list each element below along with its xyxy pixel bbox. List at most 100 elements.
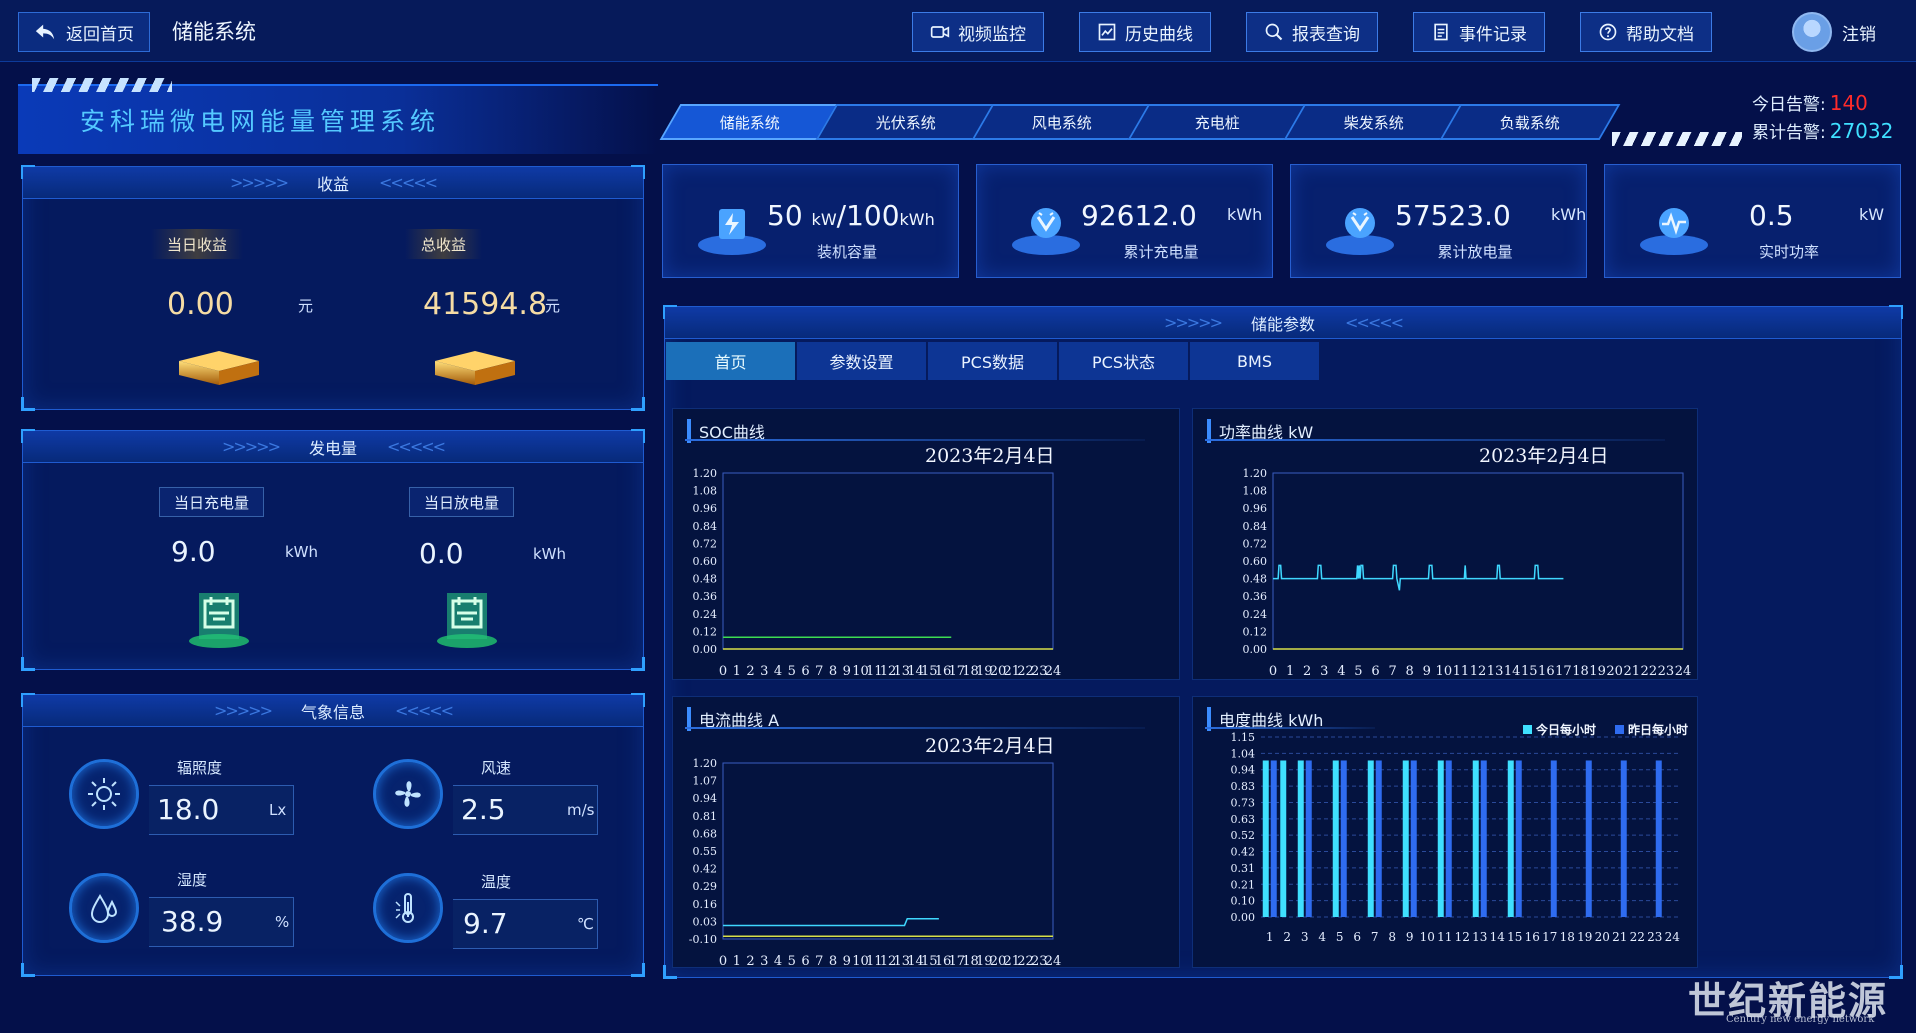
wind-label: 风速: [481, 759, 512, 777]
system-tab-load[interactable]: 负载系统: [1439, 104, 1621, 140]
search-icon: [1265, 23, 1283, 41]
generation-panel: >>>>> 发电量 <<<<< 当日充电量 当日放电量 9.0 kWh 0.0 kW…: [21, 429, 645, 671]
system-tab-wind[interactable]: 风电系统: [971, 104, 1153, 140]
kpi-power-card: 0.5 kW 实时功率: [1604, 164, 1901, 278]
power-label: 实时功率: [1758, 243, 1819, 261]
energy-chart-plot: 1.15 1.04 0.94 0.83 0.73 0.63 0.52 0.42 0.31 0.21…: [1231, 722, 1689, 944]
back-home-label: 返回首页: [66, 24, 134, 45]
alarm-today: 今日告警: 140: [1752, 90, 1868, 115]
y-tick-label: 0.00: [693, 643, 718, 656]
x-tick-label: 1: [733, 954, 741, 969]
back-arrow-icon: [35, 24, 55, 40]
y-tick-label: 0.81: [693, 810, 718, 823]
y-tick-label: 0.12: [1243, 625, 1268, 638]
event-log-tab[interactable]: 事件记录: [1413, 12, 1545, 52]
main-title: 安科瑞微电网能量管理系统: [80, 107, 441, 136]
calendar-icon: [437, 593, 497, 648]
humidity-label: 湿度: [177, 871, 208, 889]
y-tick-label: 0.68: [693, 827, 718, 840]
today-income-value: 0.00: [167, 287, 234, 322]
x-tick-label: 0: [719, 664, 727, 679]
system-tab-pv[interactable]: 光伏系统: [815, 104, 997, 140]
x-tick-label: 24: [1045, 664, 1062, 679]
bar: [1375, 760, 1382, 917]
video-monitor-tab[interactable]: 视频监控: [912, 12, 1044, 52]
x-tick-label: 14: [1504, 664, 1521, 679]
x-tick-label: 6: [1371, 664, 1379, 679]
daily-discharge-unit: kWh: [533, 545, 567, 563]
report-query-tab[interactable]: 报表查询: [1246, 12, 1378, 52]
x-tick-label: 8: [829, 954, 837, 969]
tab-home[interactable]: 首页: [666, 342, 796, 380]
bar: [1472, 760, 1479, 917]
y-tick-label: 0.73: [1231, 796, 1256, 809]
bar: [1445, 760, 1452, 917]
x-tick-label: 16: [1538, 664, 1555, 679]
back-home-button[interactable]: 返回首页: [18, 12, 150, 52]
help-docs-tab[interactable]: 帮助文档: [1580, 12, 1712, 52]
x-tick-label: 9: [1406, 930, 1414, 944]
system-tab-charging[interactable]: 充电桩: [1127, 104, 1309, 140]
x-tick-label: 21: [1623, 664, 1640, 679]
x-tick-label: 7: [1388, 664, 1396, 679]
x-tick-label: 15: [1521, 664, 1538, 679]
system-tab-storage[interactable]: 储能系统: [659, 104, 841, 140]
y-tick-label: 0.60: [1243, 555, 1268, 568]
y-tick-label: 1.15: [1231, 731, 1256, 744]
x-tick-label: 24: [1675, 664, 1692, 679]
tab-pcs-data[interactable]: PCS数据: [928, 342, 1058, 380]
x-tick-label: 1: [733, 664, 741, 679]
y-tick-label: 0.36: [1243, 590, 1268, 603]
y-tick-label: 0.72: [1243, 537, 1268, 550]
y-tick-label: 0.16: [693, 898, 718, 911]
gold-box-icon: [435, 351, 515, 385]
x-tick-label: 8: [829, 664, 837, 679]
x-tick-label: 19: [1577, 930, 1592, 944]
x-tick-label: 17: [1555, 664, 1572, 679]
y-tick-label: 0.10: [1231, 895, 1256, 908]
event-log-label: 事件记录: [1459, 24, 1527, 45]
tab-bms[interactable]: BMS: [1190, 342, 1320, 380]
power-chart: 功率曲线 kW 2023年2月4日 1.20 1.08 0.96 0.84 0.72 0.…: [1192, 408, 1698, 680]
soc-chart: SOC曲线 2023年2月4日 1.20 1.08 0.96 0.84 0.72 0.60…: [672, 408, 1180, 680]
y-tick-label: 1.04: [1231, 747, 1256, 760]
x-tick-label: 0: [1269, 664, 1277, 679]
system-tab-label: 柴发系统: [1343, 113, 1404, 132]
legend-label: 昨日每小时: [1628, 722, 1688, 737]
bar: [1297, 760, 1304, 917]
discharged-label: 累计放电量: [1437, 243, 1513, 261]
x-tick-label: 22: [1630, 930, 1645, 944]
daily-discharge-value: 0.0: [419, 537, 464, 570]
y-tick-label: 0.83: [1231, 780, 1256, 793]
history-curve-tab[interactable]: 历史曲线: [1079, 12, 1211, 52]
y-tick-label: 0.03: [693, 915, 718, 928]
today-income-label: 当日收益: [151, 229, 244, 259]
bar: [1305, 760, 1312, 917]
tab-parameter-settings[interactable]: 参数设置: [797, 342, 927, 380]
x-tick-label: 24: [1665, 930, 1681, 944]
capacity-value: 50 kW/100kWh: [767, 199, 935, 232]
y-tick-label: 0.31: [1231, 862, 1256, 875]
humidity-value: 38.9: [161, 905, 224, 938]
tab-pcs-status[interactable]: PCS状态: [1059, 342, 1189, 380]
decorative-stripes: [1612, 132, 1742, 146]
system-tab-diesel[interactable]: 柴发系统: [1283, 104, 1465, 140]
capacity-energy: 100: [846, 199, 900, 232]
current-chart-plot: 1.20 1.07 0.94 0.81 0.68 0.55 0.42 0.29 0.16 0.03…: [689, 757, 1061, 969]
temperature-sensor: [373, 873, 443, 943]
legend-swatch: [1523, 725, 1532, 734]
panel-header: >>>>> 储能参数 <<<<<: [665, 307, 1901, 339]
thermometer-icon: [395, 893, 414, 923]
alarm-today-value: 140: [1829, 91, 1868, 115]
capacity-separator: /: [836, 199, 847, 232]
temperature-value: 9.7: [463, 907, 508, 940]
fan-icon: [395, 781, 421, 807]
y-tick-label: 0.12: [693, 625, 718, 638]
bar: [1507, 760, 1514, 917]
plot-frame: [1272, 472, 1684, 650]
video-monitor-label: 视频监控: [958, 24, 1026, 45]
history-curve-label: 历史曲线: [1125, 24, 1193, 45]
help-icon: [1599, 23, 1617, 41]
logout-button[interactable]: 注销: [1792, 12, 1876, 52]
document-icon: [1434, 23, 1448, 41]
